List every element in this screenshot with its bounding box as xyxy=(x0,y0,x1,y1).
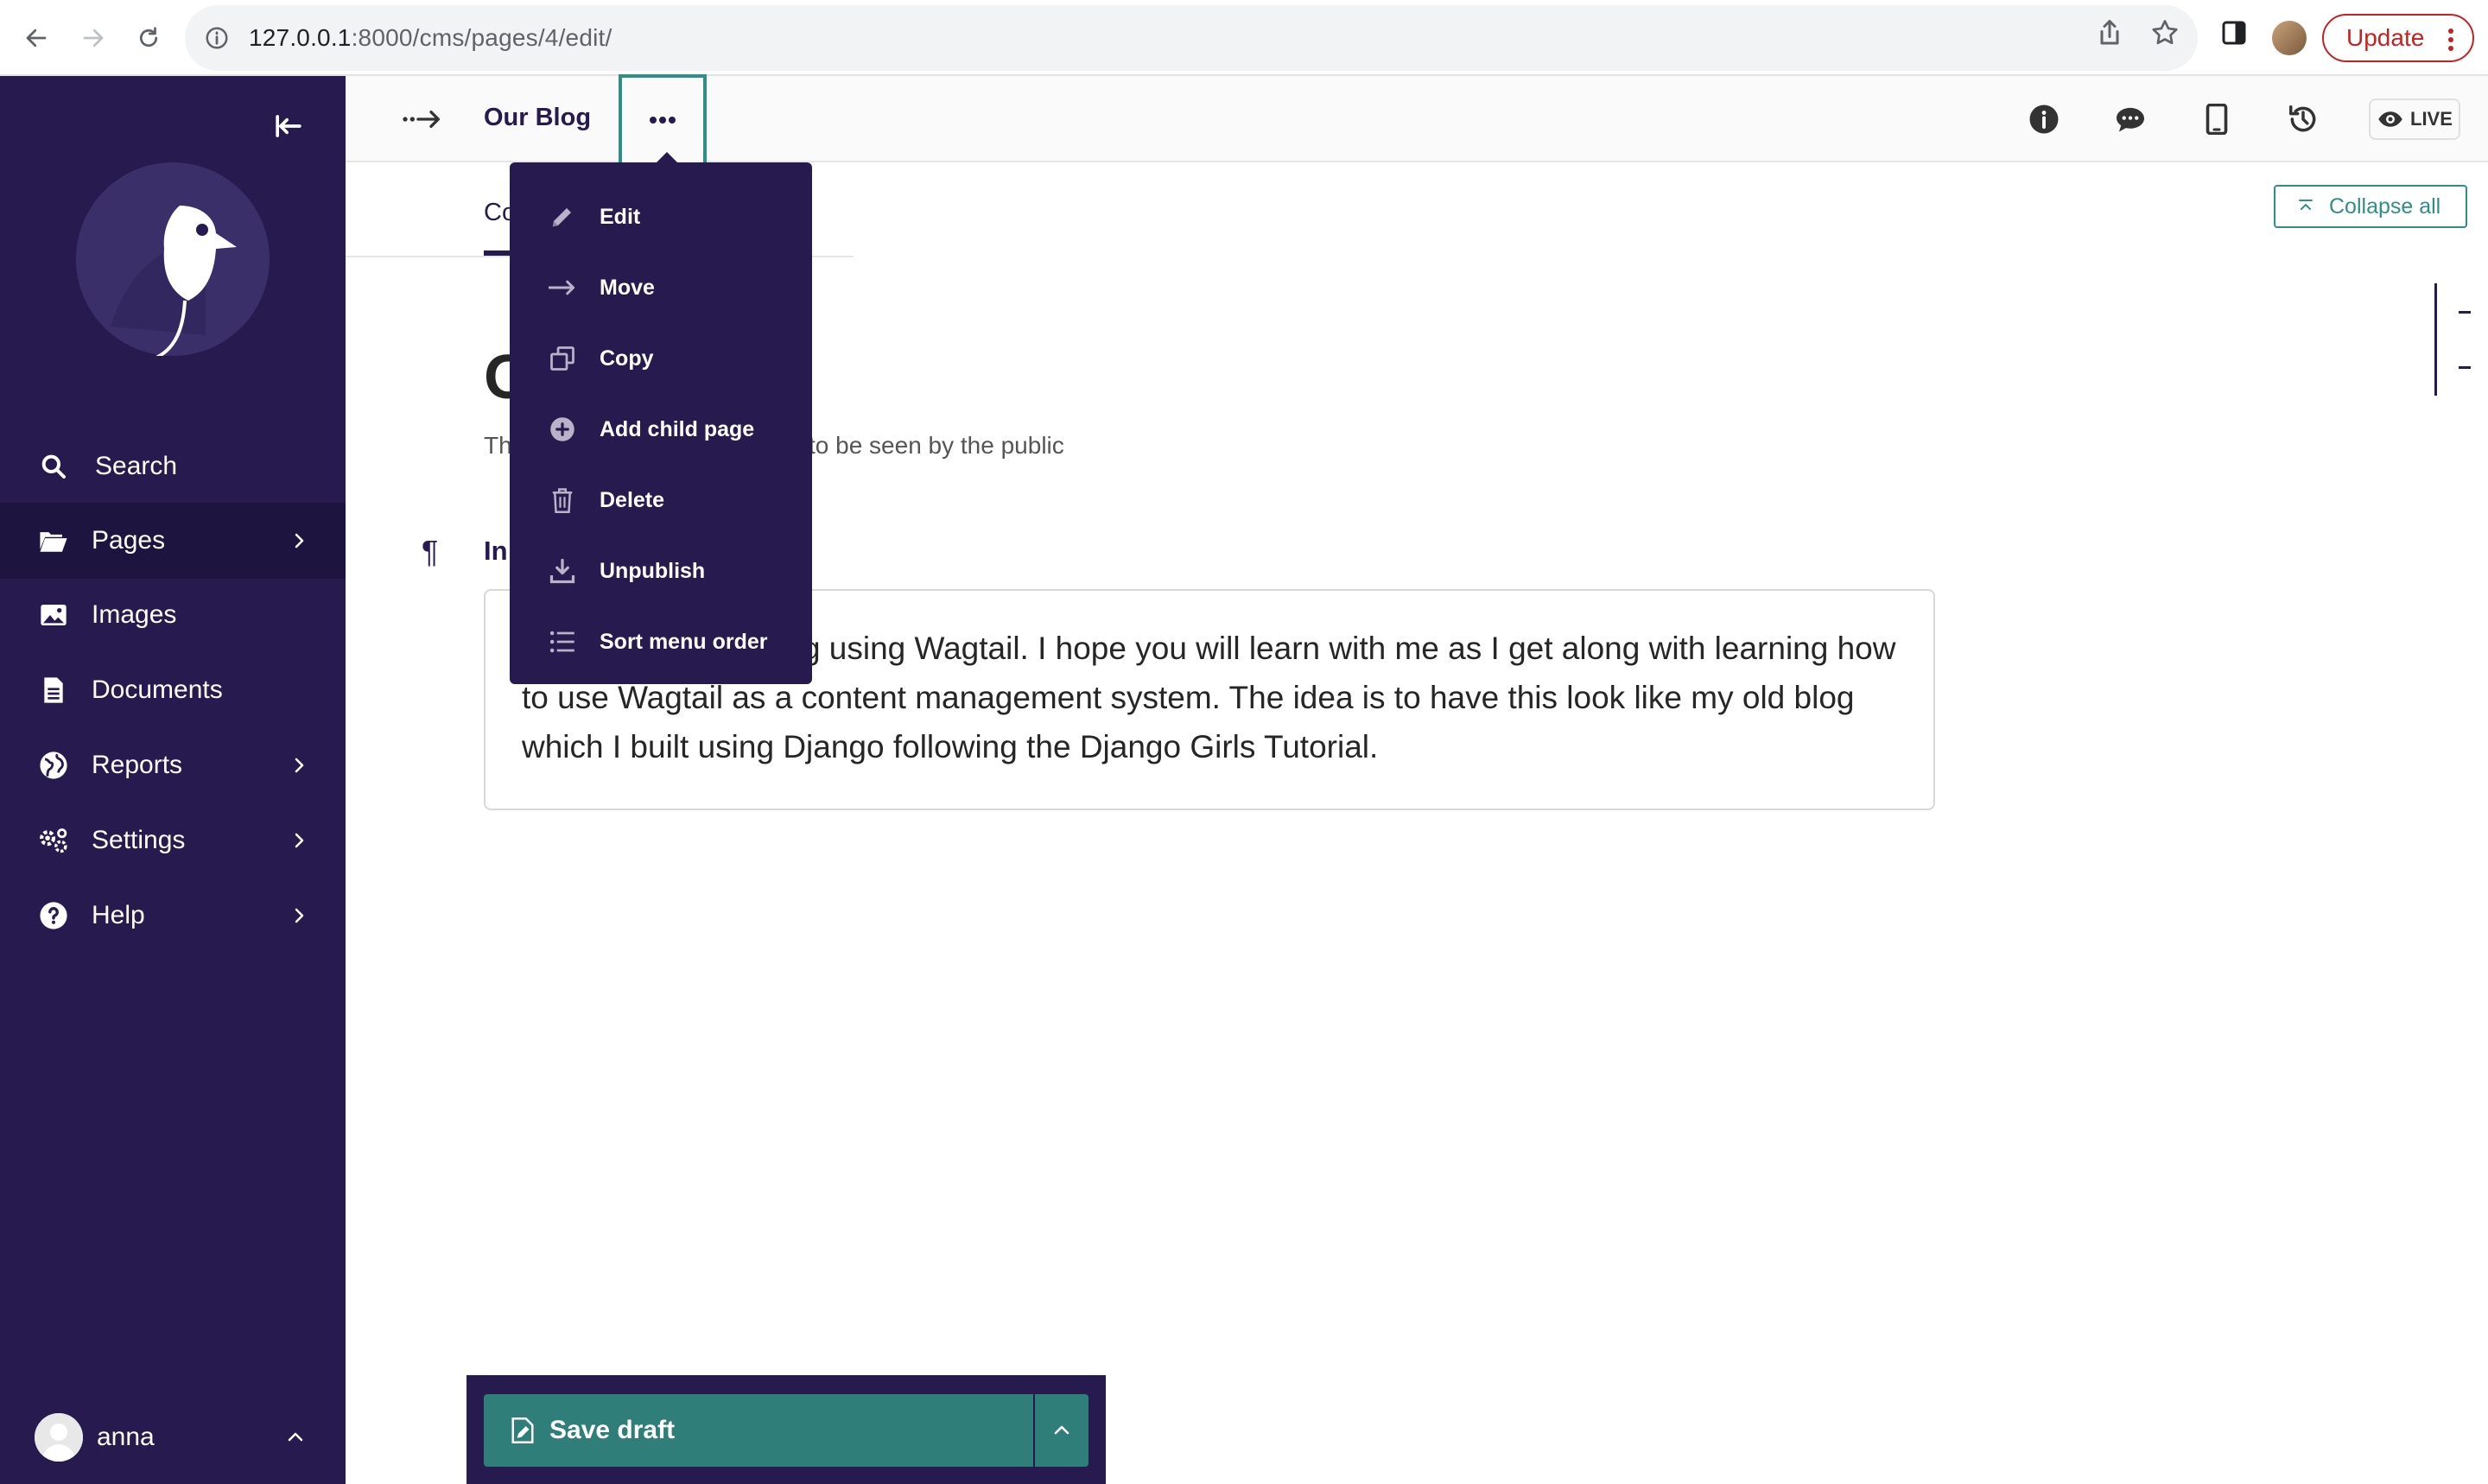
collapse-sidebar-icon[interactable] xyxy=(270,107,308,145)
list-icon xyxy=(548,627,577,656)
chevron-up-icon xyxy=(1054,1425,1069,1435)
page-title[interactable]: Our Blog xyxy=(484,104,591,132)
pilcrow-icon: ¶ xyxy=(422,534,439,569)
page-header: Our Blog LIVE xyxy=(346,74,2488,162)
menu-item-label: Sort menu order xyxy=(600,629,768,654)
intro-field-label: In xyxy=(484,536,508,566)
chevron-right-icon xyxy=(295,758,304,773)
forward-icon[interactable] xyxy=(74,19,112,57)
help-text-tail: to be seen by the public xyxy=(809,432,1064,459)
breadcrumb-toggle-icon[interactable] xyxy=(401,100,444,138)
sidebar-item-settings[interactable]: Settings xyxy=(0,802,346,878)
browser-toolbar: 127.0.0.1:8000/cms/pages/4/edit/ Update xyxy=(0,0,2488,76)
sidebar-item-images[interactable]: Images xyxy=(0,577,346,653)
sidebar-item-search[interactable]: Search xyxy=(0,428,346,504)
url-text: 127.0.0.1:8000/cms/pages/4/edit/ xyxy=(249,24,612,51)
cogs-icon xyxy=(38,825,69,856)
sidebar-item-help[interactable]: Help xyxy=(0,878,346,954)
draft-icon xyxy=(511,1417,534,1443)
chevron-right-icon xyxy=(295,533,304,549)
sidebar-item-label: Pages xyxy=(92,526,166,555)
minimap-marker[interactable] xyxy=(2459,366,2471,369)
sidebar-item-label: Documents xyxy=(92,675,223,704)
help-text: Th xyxy=(484,432,512,459)
sidebar-item-label: Help xyxy=(92,901,145,929)
menu-item-unpublish[interactable]: Unpublish xyxy=(510,539,812,603)
help-icon xyxy=(38,900,69,931)
sidebar-item-label: Settings xyxy=(92,826,186,854)
menu-item-copy[interactable]: Copy xyxy=(510,327,812,390)
sidebar-item-reports[interactable]: Reports xyxy=(0,727,346,803)
page-actions-toggle[interactable] xyxy=(619,74,707,162)
browser-menu-icon[interactable] xyxy=(2447,26,2455,54)
avatar xyxy=(35,1413,83,1462)
menu-item-label: Unpublish xyxy=(600,558,706,583)
collapse-all-button[interactable]: Collapse all xyxy=(2274,185,2467,228)
account-name: anna xyxy=(97,1423,155,1451)
minimap-track xyxy=(2434,283,2437,396)
folder-open-icon xyxy=(38,525,69,556)
wagtail-logo[interactable] xyxy=(76,162,270,356)
minimap-marker[interactable] xyxy=(2459,311,2471,314)
pencil-icon xyxy=(548,202,577,231)
browser-profile-avatar[interactable] xyxy=(2272,21,2307,55)
arrow-right-icon xyxy=(548,273,577,302)
search-icon xyxy=(38,451,69,482)
menu-item-sort-menu-order[interactable]: Sort menu order xyxy=(510,610,812,674)
address-bar[interactable]: 127.0.0.1:8000/cms/pages/4/edit/ xyxy=(185,5,2198,71)
globe-icon xyxy=(38,750,69,781)
sidebar-item-documents[interactable]: Documents xyxy=(0,652,346,728)
menu-item-label: Delete xyxy=(600,487,665,512)
menu-item-edit[interactable]: Edit xyxy=(510,185,812,249)
download-icon xyxy=(548,556,577,586)
share-icon[interactable] xyxy=(2094,17,2125,48)
more-horizontal-icon xyxy=(650,117,676,124)
sidebar-item-label: Search xyxy=(95,452,178,480)
chevron-up-icon xyxy=(288,1432,303,1442)
bookmark-star-icon[interactable] xyxy=(2149,17,2180,48)
sidebar-item-label: Reports xyxy=(92,751,183,779)
plus-circle-icon xyxy=(548,415,577,444)
menu-item-label: Move xyxy=(600,275,655,300)
menu-item-move[interactable]: Move xyxy=(510,256,812,320)
menu-item-label: Copy xyxy=(600,346,654,371)
sidebar-item-pages[interactable]: Pages xyxy=(0,503,346,579)
mobile-preview-icon[interactable] xyxy=(2199,102,2234,136)
browser-update-button[interactable]: Update xyxy=(2322,14,2474,62)
account-menu[interactable]: anna xyxy=(0,1399,346,1475)
reload-icon[interactable] xyxy=(130,19,168,57)
sidebar-item-label: Images xyxy=(92,600,177,629)
save-draft-button[interactable]: Save draft xyxy=(484,1394,1033,1467)
history-icon[interactable] xyxy=(2286,102,2320,136)
document-icon xyxy=(38,675,69,706)
info-icon[interactable] xyxy=(2027,102,2061,136)
site-info-icon[interactable] xyxy=(204,25,230,51)
chevron-right-icon xyxy=(295,833,304,848)
footer-actions: Save draft xyxy=(466,1375,1106,1484)
image-icon xyxy=(38,599,69,631)
eye-icon xyxy=(2378,111,2402,127)
page-actions-menu: Edit Move Copy Add child page Delete Unp… xyxy=(510,152,812,684)
bin-icon xyxy=(548,485,577,515)
copy-icon xyxy=(548,344,577,373)
menu-item-add-child-page[interactable]: Add child page xyxy=(510,397,812,461)
collapse-up-icon xyxy=(2299,200,2313,210)
back-icon[interactable] xyxy=(17,19,55,57)
comment-icon[interactable] xyxy=(2113,102,2148,136)
side-panel-icon[interactable] xyxy=(2218,17,2250,48)
menu-item-delete[interactable]: Delete xyxy=(510,468,812,532)
active-tab-indicator xyxy=(484,251,510,256)
chevron-right-icon xyxy=(295,908,304,923)
menu-item-label: Add child page xyxy=(600,416,755,441)
live-status-badge[interactable]: LIVE xyxy=(2369,98,2460,140)
menu-item-label: Edit xyxy=(600,204,641,229)
more-actions-toggle[interactable] xyxy=(1035,1394,1088,1467)
